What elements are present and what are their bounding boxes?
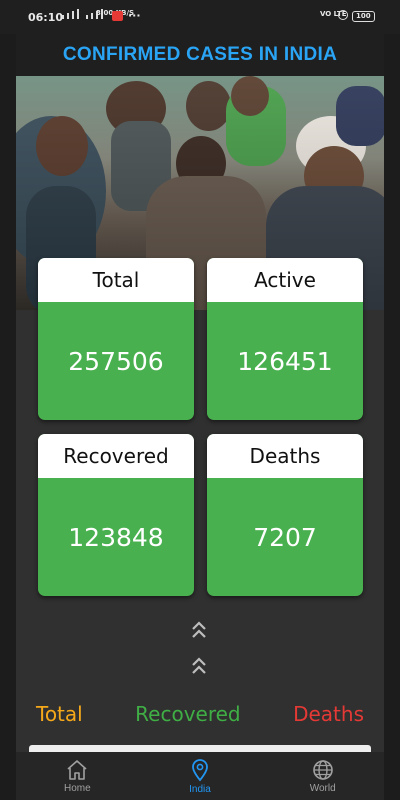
nav-item-world[interactable]: World: [261, 752, 384, 800]
stat-card-value: 257506: [68, 346, 164, 376]
stat-card-deaths[interactable]: Deaths 7207: [207, 434, 363, 596]
home-icon: [67, 759, 87, 780]
stat-card-label: Active: [207, 258, 363, 302]
page-title: CONFIRMED CASES IN INDIA: [16, 34, 384, 76]
legend-item-total: Total: [36, 702, 83, 726]
chart-panel[interactable]: [29, 745, 371, 752]
alarm-icon: [338, 10, 348, 20]
legend-item-recovered: Recovered: [135, 702, 241, 726]
nav-label: Home: [63, 782, 91, 794]
stat-card-value: 123848: [68, 522, 164, 552]
stat-card-label: Recovered: [38, 434, 194, 478]
battery-indicator: 100: [352, 11, 375, 22]
screen-record-icon: [112, 11, 123, 21]
double-chevron-up-icon[interactable]: [191, 655, 207, 677]
globe-icon: [312, 759, 333, 780]
stat-card-recovered[interactable]: Recovered 123848: [38, 434, 194, 596]
stat-card-active[interactable]: Active 126451: [207, 258, 363, 420]
stat-card-value: 7207: [253, 522, 317, 552]
nav-label: India: [189, 783, 211, 795]
stat-card-label: Total: [38, 258, 194, 302]
nav-label: World: [309, 782, 336, 794]
legend-item-deaths: Deaths: [293, 702, 364, 726]
location-pin-icon: [192, 758, 208, 781]
stat-card-label: Deaths: [207, 434, 363, 478]
nav-item-india[interactable]: India: [139, 752, 262, 800]
bottom-navigation: Home India World: [16, 752, 384, 800]
chart-legend: Total Recovered Deaths: [16, 702, 384, 726]
stat-card-value: 126451: [237, 346, 333, 376]
status-bar: 06:10 3.00 KB/S ··· VO LTE 100: [0, 0, 400, 34]
more-notifications-indicator: ···: [128, 9, 141, 22]
app-content[interactable]: CONFIRMED CASES IN INDIA Total 257506 Ac…: [16, 34, 384, 752]
nav-item-home[interactable]: Home: [16, 752, 139, 800]
status-time: 06:10: [28, 11, 64, 24]
double-chevron-up-icon[interactable]: [191, 619, 207, 641]
phone-screen: 06:10 3.00 KB/S ··· VO LTE 100 CONFIRMED…: [0, 0, 400, 800]
stat-card-total[interactable]: Total 257506: [38, 258, 194, 420]
